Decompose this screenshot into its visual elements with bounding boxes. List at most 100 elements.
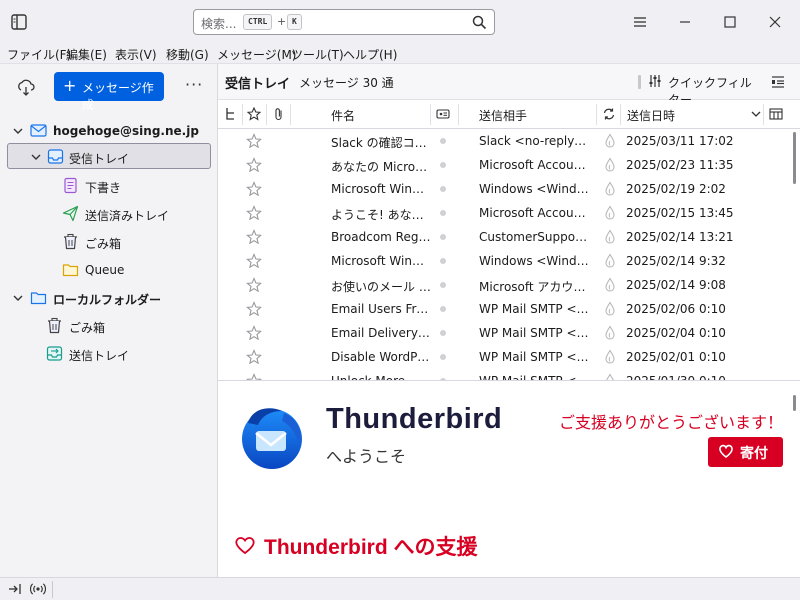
star-icon[interactable]: [246, 277, 262, 293]
message-row[interactable]: お使いのメール アド... Microsoft アカウント ... 2025/02/…: [218, 273, 800, 297]
star-icon[interactable]: [246, 157, 262, 173]
read-status-dot[interactable]: [440, 186, 446, 192]
star-icon[interactable]: [246, 253, 262, 269]
folder-sent[interactable]: 送信済みトレイ: [0, 201, 218, 227]
message-row[interactable]: Unlock More...WP Mail SMTP <su...2025/01…: [218, 369, 800, 380]
start-page-scrollbar[interactable]: [793, 395, 796, 411]
column-picker-icon[interactable]: [769, 107, 783, 121]
quick-filter-button[interactable]: クイックフィルター: [638, 73, 758, 107]
local-folders-row[interactable]: ローカルフォルダー: [0, 285, 218, 311]
junk-flame-icon[interactable]: [603, 205, 617, 221]
message-list[interactable]: Slack の確認コード... Slack <no-reply-Cl... 2025…: [218, 129, 800, 380]
menu-view[interactable]: 表示(V): [115, 46, 157, 63]
global-search-input[interactable]: 検索... CTRL + K: [193, 9, 495, 35]
message-row[interactable]: あなたの Microso... Microsoft Account ... 2025…: [218, 153, 800, 177]
junk-status-column-icon[interactable]: [602, 107, 616, 121]
more-options-button[interactable]: ···: [185, 75, 203, 94]
junk-flame-icon[interactable]: [603, 277, 617, 293]
junk-flame-icon[interactable]: [603, 373, 617, 380]
compose-button[interactable]: + メッセージ作成: [54, 72, 164, 112]
star-column-icon[interactable]: [247, 107, 261, 121]
column-separator: [242, 104, 243, 125]
inbox-icon: [47, 149, 64, 164]
search-icon[interactable]: [472, 15, 487, 30]
read-status-dot[interactable]: [440, 354, 446, 360]
sent-icon: [62, 205, 79, 222]
folder-trash[interactable]: ごみ箱: [0, 229, 218, 255]
maximize-icon[interactable]: [720, 12, 740, 32]
shortcut-key-ctrl: CTRL: [243, 14, 273, 30]
message-row[interactable]: Email Users From... WP Mail SMTP <su... 20…: [218, 297, 800, 321]
message-row[interactable]: Email Delivery Iss... WP Mail SMTP <su...…: [218, 321, 800, 345]
folder-outbox[interactable]: 送信トレイ: [0, 341, 218, 367]
read-status-dot[interactable]: [440, 234, 446, 240]
message-row[interactable]: Slack の確認コード... Slack <no-reply-Cl... 2025…: [218, 129, 800, 153]
junk-flame-icon[interactable]: [603, 229, 617, 245]
read-status-dot[interactable]: [440, 330, 446, 336]
online-status-icon[interactable]: [30, 582, 46, 596]
menu-go[interactable]: 移動(G): [166, 46, 209, 63]
read-status-dot[interactable]: [440, 282, 446, 288]
folder-inbox[interactable]: 受信トレイ: [7, 143, 211, 169]
read-status-dot[interactable]: [440, 306, 446, 312]
minimize-icon[interactable]: [675, 12, 695, 32]
star-icon[interactable]: [246, 349, 262, 365]
star-icon[interactable]: [246, 325, 262, 341]
star-icon[interactable]: [246, 373, 262, 380]
sort-chevron-down-icon[interactable]: [749, 107, 763, 121]
junk-flame-icon[interactable]: [603, 157, 617, 173]
star-icon[interactable]: [246, 301, 262, 317]
message-row[interactable]: Microsoft Wind... Windows <Windo... 2025/0…: [218, 177, 800, 201]
star-icon[interactable]: [246, 181, 262, 197]
correspondent-column-header[interactable]: 送信相手: [479, 107, 527, 124]
attachment-column-icon[interactable]: [272, 107, 286, 121]
message-row[interactable]: Microsoft Wind... Windows <Windo... 2025/0…: [218, 249, 800, 273]
read-status-dot[interactable]: [440, 162, 446, 168]
chevron-down-icon[interactable]: [12, 125, 24, 137]
spaces-toolbar-icon[interactable]: [10, 13, 28, 31]
get-messages-icon[interactable]: [16, 78, 36, 98]
message-row[interactable]: Disable WordPre... WP Mail SMTP <su... 202…: [218, 345, 800, 369]
message-date: 2025/02/15 13:45: [626, 206, 734, 220]
message-date: 2025/02/23 11:35: [626, 158, 734, 172]
donate-button[interactable]: 寄付: [708, 437, 783, 467]
thread-column-icon[interactable]: [224, 107, 238, 121]
junk-flame-icon[interactable]: [603, 133, 617, 149]
menu-edit[interactable]: 編集(E): [66, 46, 107, 63]
folder-local-trash[interactable]: ごみ箱: [0, 313, 218, 339]
folder-label: 送信トレイ: [69, 349, 130, 363]
junk-flame-icon[interactable]: [603, 301, 617, 317]
collapse-spaces-icon[interactable]: [8, 582, 22, 596]
message-row[interactable]: ようこそ! あなたの ... Microsoft Account ... 2025/…: [218, 201, 800, 225]
message-row[interactable]: Broadcom Regist... CustomerSupport... 2025…: [218, 225, 800, 249]
message-list-scrollbar[interactable]: [793, 132, 796, 184]
menu-message[interactable]: メッセージ(M): [217, 46, 296, 63]
folder-drafts[interactable]: 下書き: [0, 173, 218, 199]
display-options-icon[interactable]: [770, 74, 786, 90]
account-row[interactable]: hogehoge@sing.ne.jp: [0, 118, 218, 144]
read-status-dot[interactable]: [440, 258, 446, 264]
folder-queue[interactable]: Queue: [0, 257, 218, 283]
junk-flame-icon[interactable]: [603, 253, 617, 269]
star-icon[interactable]: [246, 133, 262, 149]
subject-column-header[interactable]: 件名: [331, 107, 355, 124]
message-date: 2025/02/04 0:10: [626, 326, 726, 340]
column-separator: [458, 104, 459, 125]
junk-flame-icon[interactable]: [603, 325, 617, 341]
read-status-dot[interactable]: [440, 138, 446, 144]
junk-flame-icon[interactable]: [603, 181, 617, 197]
app-menu-icon[interactable]: [630, 12, 650, 32]
read-status-column-icon[interactable]: [436, 107, 450, 121]
menu-file[interactable]: ファイル(F): [7, 46, 71, 63]
read-status-dot[interactable]: [440, 210, 446, 216]
folder-label: ごみ箱: [85, 237, 122, 251]
chevron-down-icon[interactable]: [30, 151, 42, 163]
date-column-header[interactable]: 送信日時: [627, 107, 675, 124]
menu-tools[interactable]: ツール(T): [291, 46, 344, 63]
menu-help[interactable]: ヘルプ(H): [343, 46, 397, 63]
star-icon[interactable]: [246, 205, 262, 221]
chevron-down-icon[interactable]: [12, 292, 24, 304]
junk-flame-icon[interactable]: [603, 349, 617, 365]
close-icon[interactable]: [765, 12, 785, 32]
star-icon[interactable]: [246, 229, 262, 245]
